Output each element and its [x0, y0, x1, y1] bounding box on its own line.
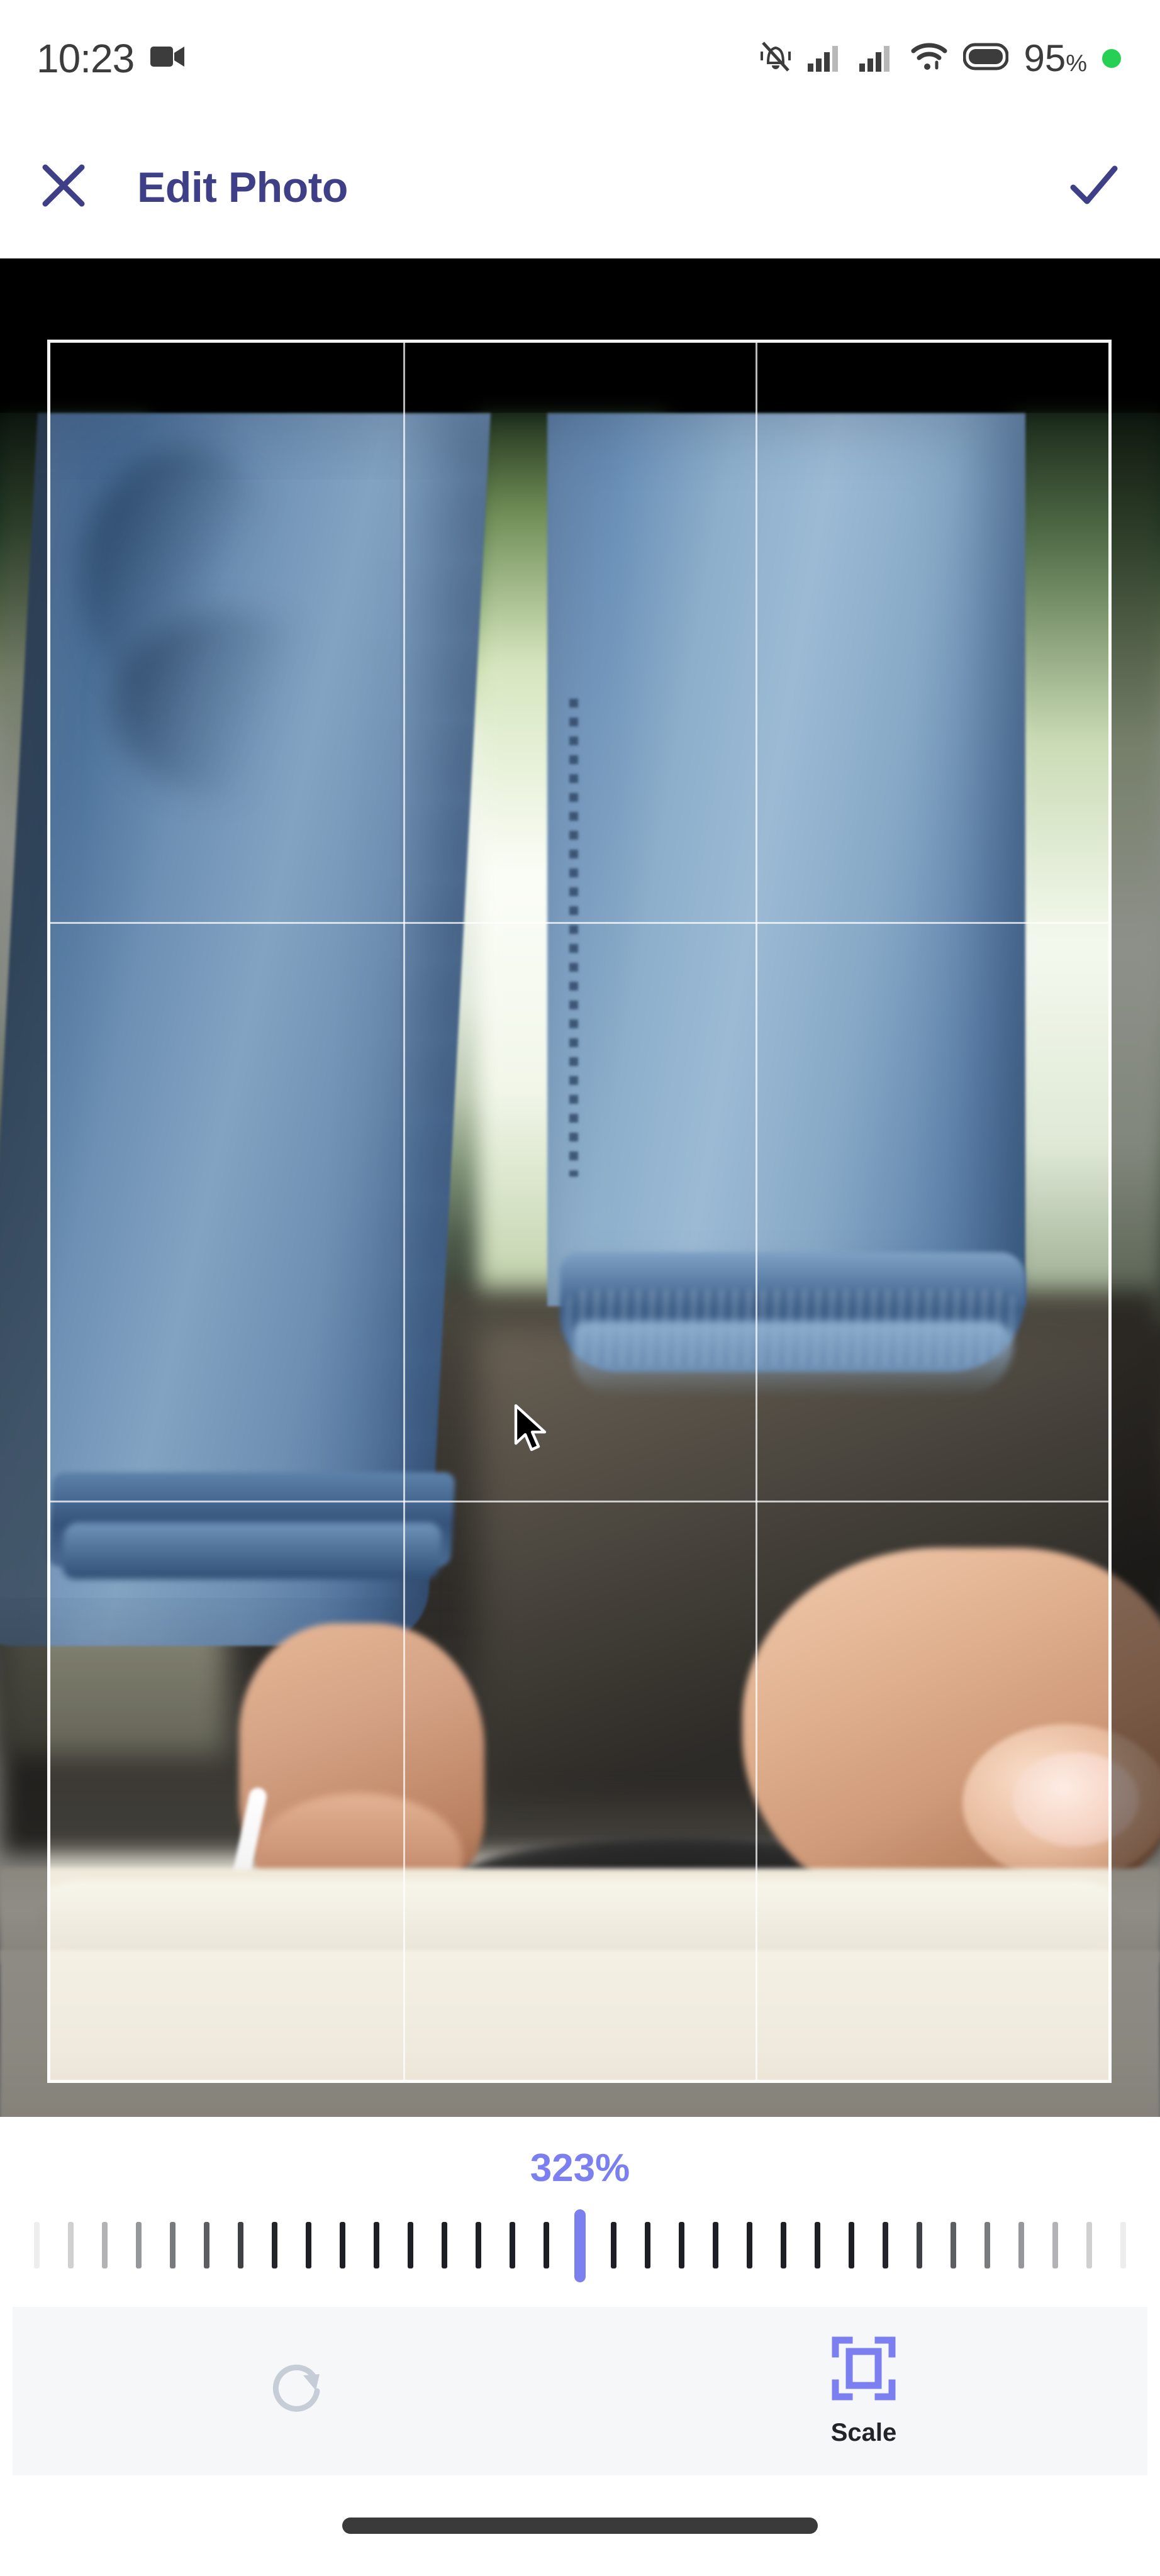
ruler-tick [169, 2222, 176, 2268]
system-navigation-bar [0, 2475, 1160, 2576]
scale-ruler-slider[interactable] [13, 2204, 1147, 2286]
ruler-tick [271, 2222, 277, 2268]
ruler-tick [475, 2222, 481, 2268]
close-icon[interactable] [39, 161, 88, 213]
ruler-tick [237, 2222, 243, 2268]
ruler-tick [407, 2222, 413, 2268]
wifi-icon [910, 41, 948, 75]
ruler-tick [917, 2222, 923, 2268]
photo-crop-canvas[interactable] [0, 258, 1160, 2117]
status-bar: 10:23 95% [0, 0, 1160, 116]
battery-percent: 95% [1023, 37, 1087, 79]
battery-icon [962, 43, 1009, 74]
ruler-tick [781, 2222, 787, 2268]
signal-sim1-icon [807, 41, 844, 75]
ruler-tick [203, 2222, 209, 2268]
ruler-tick [747, 2222, 753, 2268]
ruler-tick [611, 2222, 617, 2268]
scale-percent-value: 323% [530, 2146, 630, 2190]
video-recording-icon [150, 44, 186, 72]
ruler-tick [509, 2222, 515, 2268]
ruler-tick [645, 2222, 651, 2268]
home-indicator[interactable] [342, 2518, 818, 2534]
crop-dim-top [47, 258, 1112, 340]
silent-mode-icon [759, 39, 792, 77]
crop-grid-line-v1 [403, 343, 405, 2080]
rotate-tool-button[interactable] [13, 2355, 580, 2428]
ruler-tick [984, 2222, 991, 2268]
ruler-tick [1018, 2222, 1025, 2268]
ruler-tick [339, 2222, 345, 2268]
ruler-tick [1086, 2222, 1093, 2268]
ruler-tick [101, 2222, 108, 2268]
ruler-tick [883, 2222, 889, 2268]
ruler-tick [713, 2222, 719, 2268]
signal-sim2-icon [859, 41, 895, 75]
rotate-clockwise-icon [262, 2355, 331, 2428]
ruler-tick [441, 2222, 447, 2268]
ruler-thumb[interactable] [574, 2209, 586, 2282]
app-bar: Edit Photo [0, 116, 1160, 258]
ruler-tick [849, 2222, 855, 2268]
ruler-tick [1052, 2222, 1059, 2268]
editor-toolbar: Scale [13, 2307, 1147, 2475]
status-bar-right: 95% [759, 36, 1121, 80]
ruler-tick [679, 2222, 685, 2268]
page-title: Edit Photo [137, 163, 348, 211]
crop-grid-line-v2 [756, 343, 758, 2080]
crop-frame[interactable] [47, 340, 1112, 2083]
crop-dim-right [1112, 258, 1160, 2117]
scale-icon [830, 2335, 897, 2405]
crop-grid-line-h2 [50, 1501, 1108, 1503]
ruler-tick [1120, 2222, 1126, 2268]
ruler-tick [34, 2222, 40, 2268]
editor-bottom-sheet: 323% Scale [13, 2117, 1147, 2475]
ruler-tick [815, 2222, 821, 2268]
ruler-tick [543, 2222, 549, 2268]
status-bar-left: 10:23 [36, 35, 186, 82]
ruler-tick [305, 2222, 311, 2268]
mouse-cursor [513, 1404, 554, 1455]
ruler-tick [135, 2222, 142, 2268]
check-icon[interactable] [1067, 161, 1121, 213]
ruler-tick [373, 2222, 379, 2268]
scale-tool-label: Scale [830, 2419, 897, 2446]
recording-indicator-dot [1102, 48, 1121, 68]
ruler-tick [951, 2222, 957, 2268]
ruler-tick [67, 2222, 74, 2268]
crop-grid-line-h1 [50, 921, 1108, 924]
scale-tool-button[interactable]: Scale [580, 2335, 1147, 2447]
status-time: 10:23 [36, 35, 135, 81]
crop-dim-bottom [47, 2083, 1112, 2117]
crop-dim-left [0, 258, 47, 2117]
